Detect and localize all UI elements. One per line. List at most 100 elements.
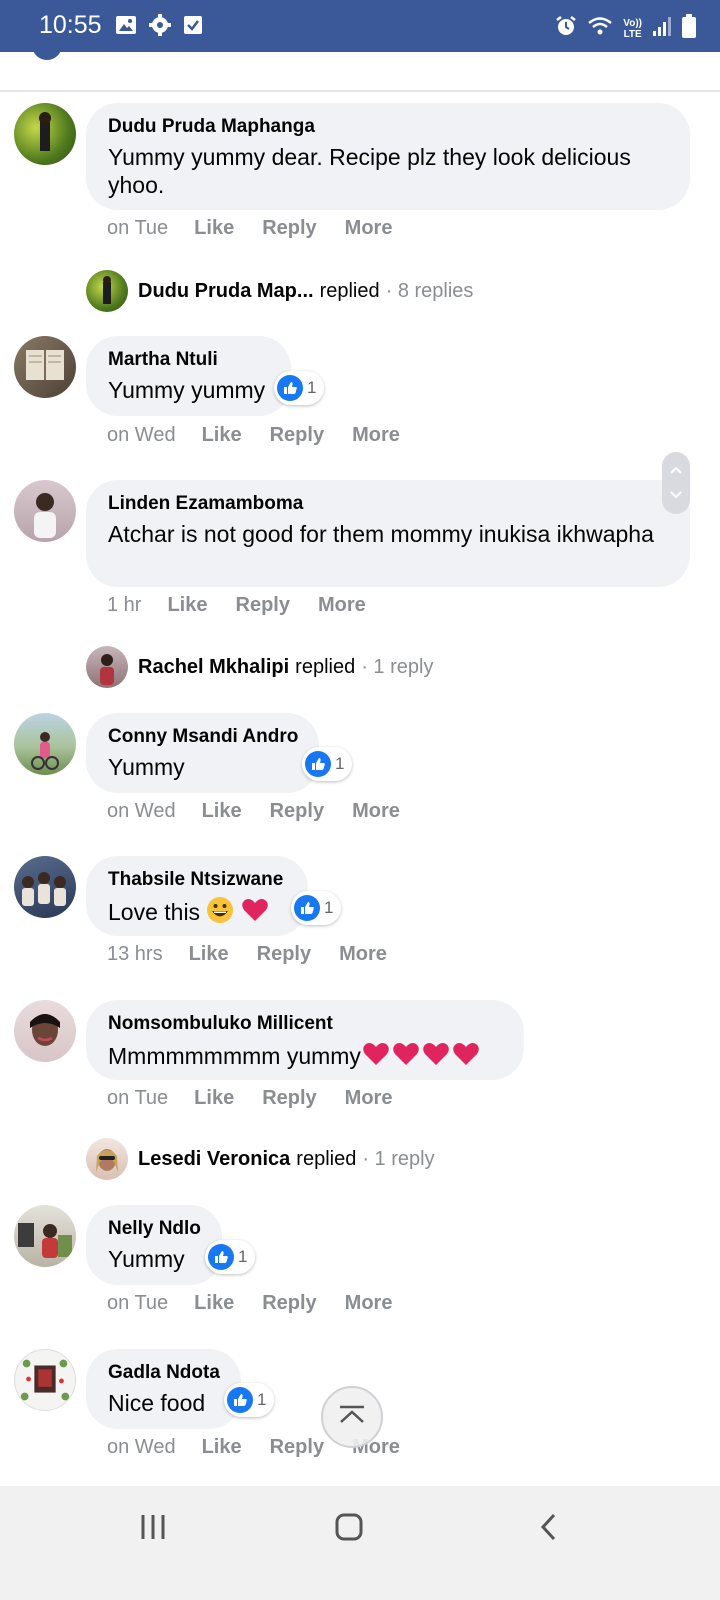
reply-summary[interactable]: Rachel Mkhalipi replied · 1 reply bbox=[86, 646, 433, 688]
avatar[interactable] bbox=[14, 713, 76, 775]
reply-button[interactable]: Reply bbox=[270, 1436, 324, 1459]
reply-button[interactable]: Reply bbox=[262, 1292, 316, 1315]
avatar[interactable] bbox=[14, 1000, 76, 1062]
reply-summary[interactable]: Lesedi Veronica replied · 1 reply bbox=[86, 1138, 435, 1180]
comment-time[interactable]: on Wed bbox=[107, 424, 176, 447]
comment-text: Yummy bbox=[108, 754, 185, 780]
reply-button[interactable]: Reply bbox=[270, 800, 324, 823]
avatar[interactable] bbox=[14, 480, 76, 542]
more-button[interactable]: More bbox=[352, 800, 400, 823]
avatar[interactable] bbox=[14, 336, 76, 398]
more-button[interactable]: More bbox=[345, 1087, 393, 1110]
comment-text: Yummy yummy dear. Recipe plz they look d… bbox=[108, 144, 631, 198]
reply-count[interactable]: · 1 reply bbox=[362, 1148, 434, 1171]
reply-author[interactable]: Dudu Pruda Map... bbox=[138, 280, 314, 303]
recent-apps-icon[interactable] bbox=[138, 1512, 168, 1547]
comment-text: Nice food bbox=[108, 1390, 206, 1416]
reaction-badge[interactable]: 1 bbox=[291, 891, 342, 925]
more-button[interactable]: More bbox=[345, 1292, 393, 1315]
comment-text: Mmmmmmmmm yummy bbox=[108, 1040, 504, 1074]
reply-button[interactable]: Reply bbox=[270, 424, 324, 447]
heart-icon bbox=[361, 1040, 391, 1074]
like-button[interactable]: Like bbox=[194, 217, 234, 240]
comment-author[interactable]: Nomsombuluko Millicent bbox=[108, 1012, 504, 1036]
reply-count[interactable]: · 1 reply bbox=[361, 656, 433, 679]
like-button[interactable]: Like bbox=[167, 594, 207, 617]
comment-time[interactable]: on Wed bbox=[107, 1436, 176, 1459]
reply-button[interactable]: Reply bbox=[257, 943, 311, 966]
reaction-badge[interactable]: 1 bbox=[205, 1240, 256, 1274]
status-time: 10:55 bbox=[39, 11, 102, 39]
reaction-badge[interactable]: 1 bbox=[302, 747, 353, 781]
avatar[interactable] bbox=[86, 270, 128, 312]
comment-time[interactable]: 13 hrs bbox=[107, 943, 163, 966]
checkbox-icon bbox=[183, 14, 203, 41]
comment-time[interactable]: 1 hr bbox=[107, 594, 141, 617]
comment-bubble[interactable]: Conny Msandi Andro Yummy bbox=[86, 713, 319, 793]
comment-author[interactable]: Dudu Pruda Maphanga bbox=[108, 115, 670, 139]
volte-icon: Vo)) LTE bbox=[623, 17, 642, 40]
avatar[interactable] bbox=[14, 1349, 76, 1411]
like-button[interactable]: Like bbox=[194, 1292, 234, 1315]
top-strip bbox=[0, 40, 720, 92]
signal-icon bbox=[652, 15, 672, 42]
reply-button[interactable]: Reply bbox=[262, 1087, 316, 1110]
thumbs-up-icon bbox=[277, 375, 303, 401]
avatar[interactable] bbox=[86, 1138, 128, 1180]
comment-bubble[interactable]: Nomsombuluko Millicent Mmmmmmmmm yummy bbox=[86, 1000, 524, 1080]
more-button[interactable]: More bbox=[318, 594, 366, 617]
comment-author[interactable]: Gadla Ndota bbox=[108, 1361, 221, 1385]
comment-actions: on Wed Like Reply More bbox=[107, 800, 428, 823]
comment-time[interactable]: on Tue bbox=[107, 217, 168, 240]
comment-time[interactable]: on Tue bbox=[107, 1087, 168, 1110]
like-button[interactable]: Like bbox=[194, 1087, 234, 1110]
reply-verb: replied bbox=[295, 655, 356, 678]
back-icon[interactable] bbox=[534, 1512, 564, 1547]
comment-bubble[interactable]: Gadla Ndota Nice food bbox=[86, 1349, 241, 1429]
comment-time[interactable]: on Wed bbox=[107, 800, 176, 823]
reaction-badge[interactable]: 1 bbox=[224, 1383, 275, 1417]
comment-bubble[interactable]: Linden Ezamamboma Atchar is not good for… bbox=[86, 480, 690, 587]
comment-bubble[interactable]: Nelly Ndlo Yummy bbox=[86, 1205, 222, 1285]
thumbs-up-icon bbox=[294, 895, 320, 921]
reply-count[interactable]: · 8 replies bbox=[386, 280, 474, 303]
reaction-count: 1 bbox=[324, 898, 334, 917]
scroll-to-top-button[interactable] bbox=[321, 1386, 383, 1448]
reply-author[interactable]: Lesedi Veronica bbox=[138, 1148, 290, 1171]
reply-summary[interactable]: Dudu Pruda Map... replied · 8 replies bbox=[86, 270, 473, 312]
comment-time[interactable]: on Tue bbox=[107, 1292, 168, 1315]
comment-bubble[interactable]: Dudu Pruda Maphanga Yummy yummy dear. Re… bbox=[86, 103, 690, 210]
comment-bubble[interactable]: Thabsile Ntsizwane Love this bbox=[86, 856, 308, 936]
comment-author[interactable]: Conny Msandi Andro bbox=[108, 725, 299, 749]
comment-text: Yummy yummy bbox=[108, 377, 266, 403]
comment-author[interactable]: Martha Ntuli bbox=[108, 348, 271, 372]
fast-scroll-handle[interactable] bbox=[662, 452, 690, 514]
like-button[interactable]: Like bbox=[202, 424, 242, 447]
more-button[interactable]: More bbox=[345, 217, 393, 240]
avatar[interactable] bbox=[86, 646, 128, 688]
like-button[interactable]: Like bbox=[202, 800, 242, 823]
like-button[interactable]: Like bbox=[189, 943, 229, 966]
status-bar: 10:55 Vo)) LTE bbox=[0, 0, 720, 52]
home-icon[interactable] bbox=[334, 1512, 364, 1547]
comment-text: Atchar is not good for them mommy inukis… bbox=[108, 521, 654, 547]
avatar[interactable] bbox=[14, 856, 76, 918]
battery-icon bbox=[682, 14, 696, 43]
more-button[interactable]: More bbox=[352, 424, 400, 447]
like-button[interactable]: Like bbox=[202, 1436, 242, 1459]
avatar[interactable] bbox=[14, 1205, 76, 1267]
heart-icon bbox=[451, 1040, 481, 1074]
more-button[interactable]: More bbox=[339, 943, 387, 966]
grinning-face-icon bbox=[206, 896, 234, 930]
reply-button[interactable]: Reply bbox=[236, 594, 290, 617]
comment-author[interactable]: Linden Ezamamboma bbox=[108, 492, 670, 516]
heart-icon bbox=[421, 1040, 451, 1074]
reaction-badge[interactable]: 1 bbox=[274, 371, 325, 405]
comment-author[interactable]: Nelly Ndlo bbox=[108, 1217, 202, 1241]
comment-author[interactable]: Thabsile Ntsizwane bbox=[108, 868, 288, 892]
avatar[interactable] bbox=[14, 103, 76, 165]
reply-button[interactable]: Reply bbox=[262, 217, 316, 240]
chevron-down-icon bbox=[669, 486, 683, 504]
reply-author[interactable]: Rachel Mkhalipi bbox=[138, 656, 289, 679]
comment-bubble[interactable]: Martha Ntuli Yummy yummy bbox=[86, 336, 291, 416]
